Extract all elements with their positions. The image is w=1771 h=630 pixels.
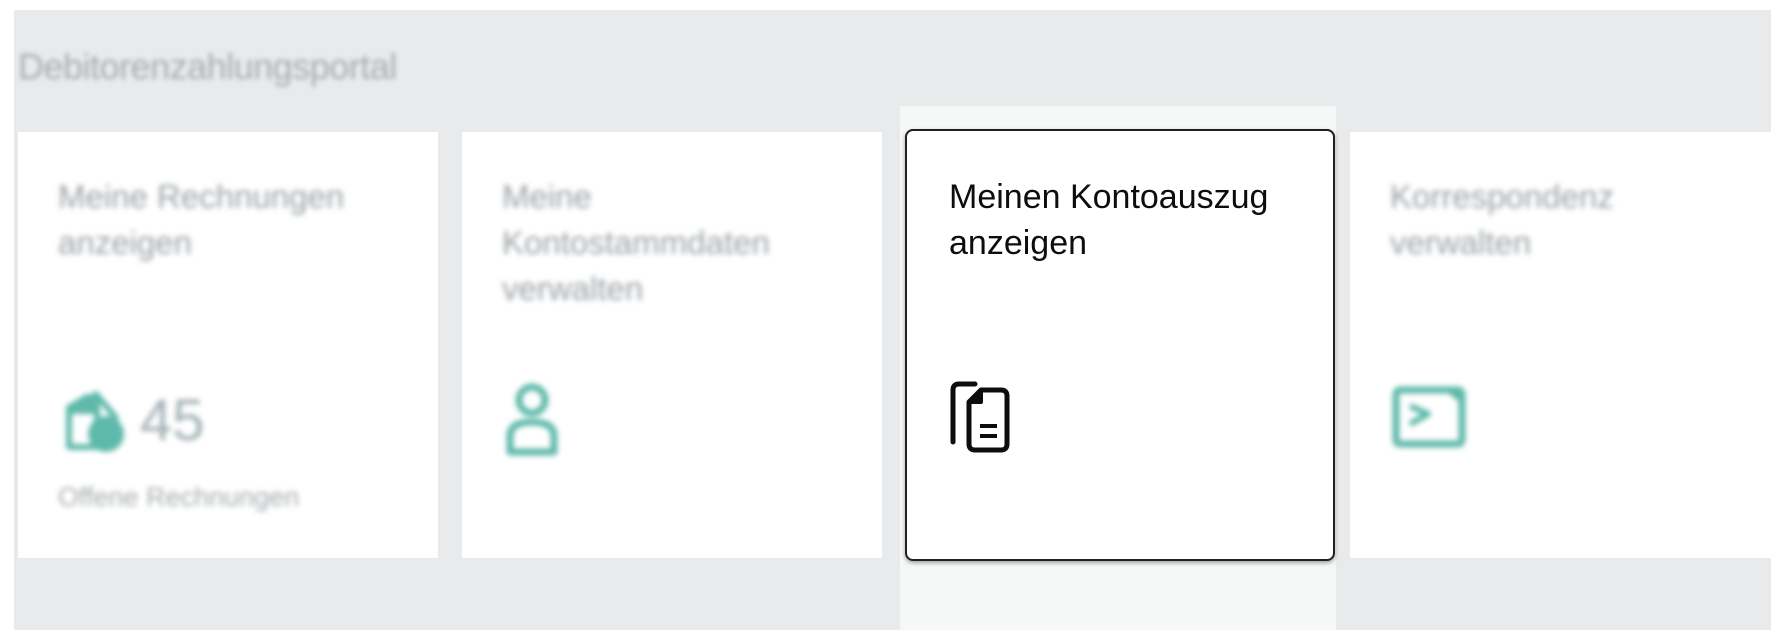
tile-title: Meinen Kontoauszug anzeigen: [949, 178, 1269, 262]
tile-title: Korrespondenz verwalten: [1390, 178, 1614, 261]
documents-icon: [945, 376, 1017, 456]
tile-title: Meine Kontostammdaten verwalten: [502, 178, 770, 307]
tile-account-statement[interactable]: Meinen Kontoauszug anzeigen: [905, 129, 1335, 561]
page-title: Debitorenzahlungsportal: [18, 46, 397, 87]
open-invoices-count: 45: [140, 388, 205, 453]
open-invoices-label: Offene Rechnungen: [58, 482, 300, 512]
tile-correspondence[interactable]: Korrespondenz verwalten: [1350, 132, 1771, 558]
tile-account-master-data[interactable]: Meine Kontostammdaten verwalten: [462, 132, 882, 558]
person-icon: [502, 380, 582, 460]
correspondence-icon: [1392, 384, 1472, 464]
invoice-icon: [56, 384, 136, 464]
screen: Debitorenzahlungsportal Meine Rechnungen…: [0, 0, 1771, 630]
tile-my-invoices[interactable]: Meine Rechnungen anzeigen 45 Offene Rech…: [18, 132, 438, 558]
tile-title: Meine Rechnungen anzeigen: [58, 178, 345, 261]
